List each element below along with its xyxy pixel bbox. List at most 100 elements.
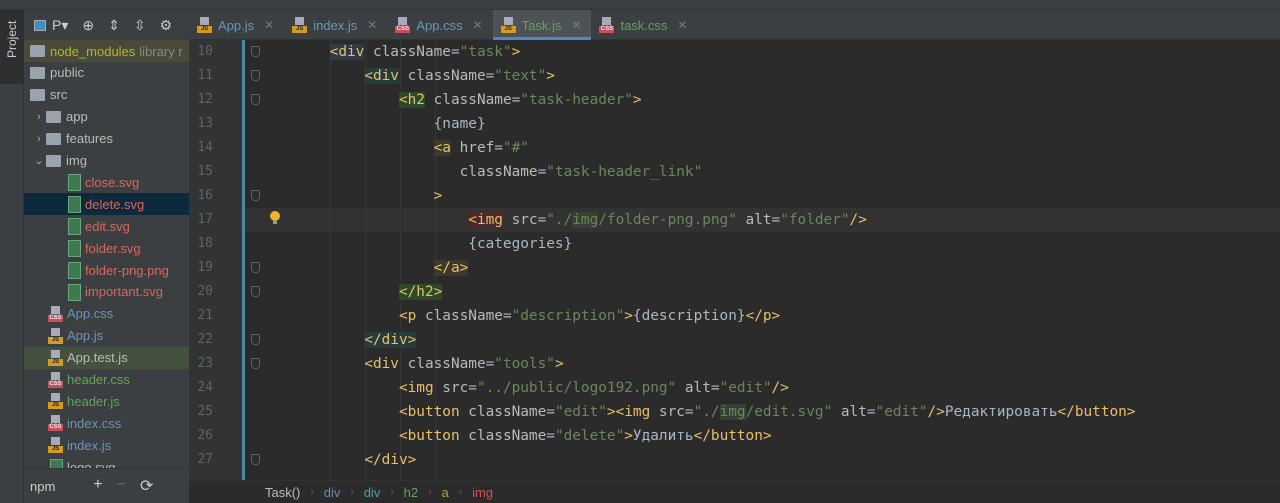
tree-item[interactable]: folder.svg: [24, 237, 189, 259]
tree-item-label: edit.svg: [85, 218, 130, 234]
refresh-icon[interactable]: ⟳: [140, 476, 153, 496]
tree-item[interactable]: delete.svg: [24, 193, 189, 216]
line-number: 12: [197, 92, 213, 107]
code-line: </div>: [295, 448, 416, 472]
svg-file-icon: [66, 240, 81, 258]
add-icon[interactable]: +: [93, 476, 102, 496]
svg-file-icon: [66, 196, 81, 214]
gear-icon[interactable]: ⚙: [160, 17, 173, 34]
tree-item[interactable]: edit.svg: [24, 215, 189, 237]
line-number: 10: [197, 44, 213, 59]
fold-marker-icon[interactable]: [251, 94, 260, 105]
code-token: <button: [398, 428, 460, 444]
change-markers: [242, 40, 245, 480]
line-number: 17: [197, 212, 213, 227]
code-token: className: [459, 404, 547, 420]
code-token: className: [416, 308, 503, 324]
tree-item[interactable]: ⌄ img: [24, 150, 189, 172]
breadcrumb-item[interactable]: div: [364, 485, 381, 500]
fold-marker-icon[interactable]: [251, 46, 260, 57]
breadcrumb-item[interactable]: img: [472, 485, 493, 500]
fold-marker-icon[interactable]: [251, 358, 260, 369]
code-token: src: [650, 404, 685, 420]
tree-item[interactable]: important.svg: [24, 281, 189, 303]
svg-file-icon: [66, 262, 81, 279]
code-token: img: [719, 404, 746, 420]
expand-all-icon[interactable]: ⇕: [108, 17, 120, 34]
breadcrumb-item[interactable]: a: [441, 485, 448, 500]
tree-item[interactable]: public: [24, 62, 189, 84]
close-icon[interactable]: ✕: [571, 18, 581, 32]
tab-index-js[interactable]: JS index.js ✕: [284, 10, 387, 40]
tree-item[interactable]: JS index.js: [24, 434, 189, 456]
code-token: "./: [546, 212, 573, 228]
code-line: <div className="tools">: [295, 352, 563, 376]
tree-item[interactable]: close.svg: [24, 171, 189, 193]
tab-label: App.css: [416, 17, 463, 33]
tree-item[interactable]: src: [24, 84, 189, 106]
code-editor[interactable]: 10 <div className="task"> 11 <div classNa…: [189, 40, 1280, 480]
tree-item[interactable]: JS App.test.js: [24, 346, 189, 369]
fold-marker-icon[interactable]: [251, 190, 260, 201]
code-line: <p className="description">{description}…: [295, 304, 780, 328]
breadcrumb: Task() › div › div › h2 › a › img: [189, 480, 1280, 503]
breadcrumb-item[interactable]: h2: [404, 485, 418, 500]
code-token: =: [485, 356, 495, 372]
css-file-icon: CSS: [48, 415, 63, 432]
tree-item[interactable]: CSS header.css: [24, 369, 189, 391]
lightbulb-icon[interactable]: [270, 211, 280, 225]
tree-item-label: delete.svg: [85, 196, 145, 212]
code-token: =: [468, 380, 477, 396]
code-token: "task-header": [520, 92, 633, 108]
code-token: />: [927, 404, 945, 420]
locate-icon[interactable]: ⊕: [82, 17, 94, 34]
project-tool-window-button[interactable]: Project: [0, 10, 24, 84]
code-token: className: [398, 356, 486, 372]
chevron-icon[interactable]: ›: [32, 111, 46, 123]
fold-marker-icon[interactable]: [251, 334, 260, 345]
code-line: <div className="text">: [295, 64, 555, 88]
breadcrumb-item[interactable]: div: [324, 485, 341, 500]
svg-file-icon: [66, 218, 81, 236]
line-number: 19: [197, 260, 213, 275]
npm-label: npm: [30, 478, 56, 494]
code-token: >: [624, 308, 633, 324]
fold-marker-icon[interactable]: [251, 286, 260, 297]
js-file-icon: JS: [500, 17, 516, 33]
tab-label: App.js: [218, 17, 255, 33]
tree-item[interactable]: CSS index.css: [24, 412, 189, 434]
tree-item[interactable]: › features: [24, 128, 189, 150]
fold-marker-icon[interactable]: [251, 454, 260, 465]
breadcrumb-item[interactable]: Task(): [265, 485, 300, 500]
fold-marker-icon[interactable]: [251, 262, 260, 273]
tree-item[interactable]: node_modules library r: [24, 40, 189, 62]
chevron-icon[interactable]: ›: [32, 133, 46, 145]
code-line: {categories}: [295, 232, 572, 256]
tree-item[interactable]: folder-png.png: [24, 259, 189, 281]
close-icon[interactable]: ✕: [473, 18, 483, 32]
fold-marker-icon[interactable]: [251, 70, 260, 81]
svg-file-icon: [66, 174, 81, 192]
tab-app-js[interactable]: JS App.js ✕: [189, 10, 284, 40]
tree-item[interactable]: JS header.js: [24, 390, 189, 412]
tree-item[interactable]: › app: [24, 106, 189, 128]
view-selector[interactable]: P▾: [34, 17, 68, 34]
tab-task-js[interactable]: JS Task.js ✕: [492, 10, 592, 40]
code-token: >: [632, 92, 642, 108]
code-token: </p>: [745, 308, 781, 324]
remove-icon[interactable]: −: [117, 476, 126, 496]
tab-app-css[interactable]: CSS App.css ✕: [387, 10, 492, 40]
close-icon[interactable]: ✕: [677, 18, 687, 32]
js-file-icon: JS: [292, 17, 308, 33]
tree-item[interactable]: CSS App.css: [24, 303, 189, 325]
chevron-icon[interactable]: ⌄: [32, 154, 46, 167]
folder-icon: [46, 132, 61, 145]
close-icon[interactable]: ✕: [367, 18, 377, 32]
collapse-all-icon[interactable]: ⇳: [134, 17, 146, 34]
tab-task-css[interactable]: CSS task.css ✕: [591, 10, 697, 40]
tree-item[interactable]: JS App.js: [24, 325, 189, 347]
code-token: Удалить: [632, 428, 694, 444]
close-icon[interactable]: ✕: [264, 18, 274, 32]
